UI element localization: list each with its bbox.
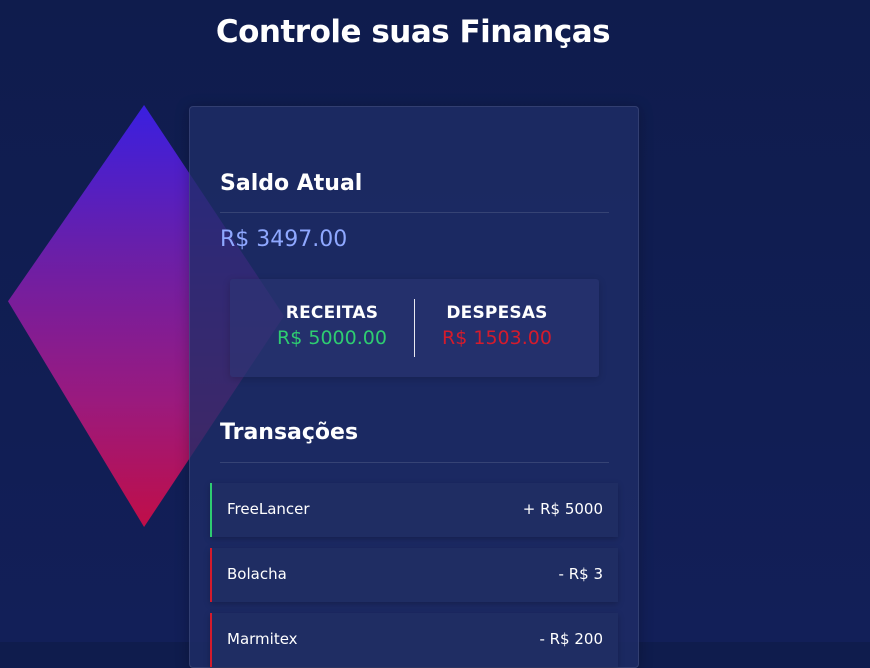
balance-divider (220, 212, 609, 213)
transaction-name: FreeLancer (227, 500, 310, 518)
transaction-name: Marmitex (227, 630, 298, 648)
income-column: RECEITAS R$ 5000.00 (247, 303, 417, 349)
transaction-item[interactable]: Marmitex - R$ 200 (210, 613, 618, 667)
transactions-divider (220, 462, 609, 463)
finance-card: Saldo Atual R$ 3497.00 RECEITAS R$ 5000.… (189, 106, 639, 668)
transaction-amount: + R$ 5000 (522, 500, 603, 518)
transaction-name: Bolacha (227, 565, 287, 583)
transaction-amount: - R$ 200 (539, 630, 603, 648)
income-label: RECEITAS (285, 303, 379, 323)
transactions-title: Transações (220, 420, 359, 445)
expense-value: R$ 1503.00 (442, 327, 552, 349)
transaction-item[interactable]: FreeLancer + R$ 5000 (210, 483, 618, 537)
transaction-item[interactable]: Bolacha - R$ 3 (210, 548, 618, 602)
balance-title: Saldo Atual (220, 171, 363, 196)
income-expense-summary: RECEITAS R$ 5000.00 DESPESAS R$ 1503.00 (230, 279, 599, 377)
page-title: Controle suas Finanças (215, 14, 611, 50)
balance-value: R$ 3497.00 (220, 227, 348, 252)
income-value: R$ 5000.00 (277, 327, 387, 349)
expense-label: DESPESAS (446, 303, 548, 323)
transaction-amount: - R$ 3 (558, 565, 603, 583)
expense-column: DESPESAS R$ 1503.00 (412, 303, 582, 349)
